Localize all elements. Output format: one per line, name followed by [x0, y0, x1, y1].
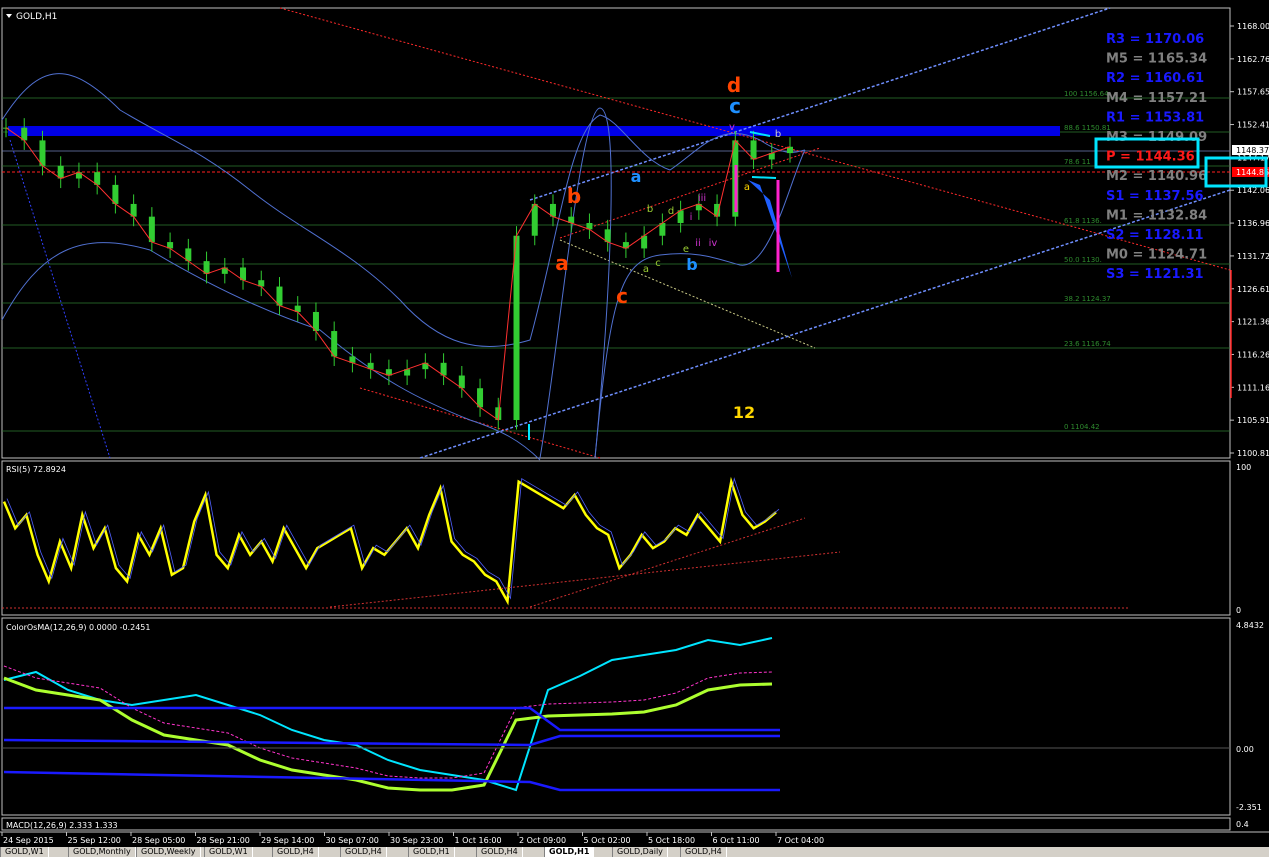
wave-label: b — [686, 255, 697, 274]
wave-label: c — [655, 258, 661, 269]
pivot-label: R2 = 1160.61 — [1106, 71, 1204, 86]
chart-tab[interactable]: GOLD,Monthly — [68, 847, 136, 857]
osma-label-top: 4.8432 — [1236, 621, 1264, 630]
time-axis-label: 6 Oct 11:00 — [713, 836, 760, 845]
chart-tab[interactable]: GOLD,H1 — [408, 847, 455, 857]
trading-chart[interactable]: 1168.001162.761157.651152.411147.171142.… — [0, 0, 1269, 857]
fibo-level-label: 0 1104.42 — [1064, 423, 1100, 431]
fibo-level-label: 50.0 1130. — [1064, 256, 1102, 264]
chart-tab[interactable]: GOLD,H1 — [544, 847, 595, 857]
candle-body — [148, 216, 155, 243]
wave-label: a — [643, 264, 649, 275]
time-axis-label: 7 Oct 04:00 — [777, 836, 824, 845]
price-axis-label: 1116.26 — [1237, 350, 1269, 359]
candle-body — [331, 331, 338, 357]
fibo-level-label: 61.8 1136. — [1064, 217, 1102, 225]
time-axis-label: 5 Oct 02:00 — [584, 836, 631, 845]
pivot-label: M2 = 1140.96 — [1106, 169, 1207, 184]
price-axis-label: 1162.76 — [1237, 55, 1269, 64]
osma-label-zero: 0.00 — [1236, 745, 1254, 754]
time-axis-label: 30 Sep 23:00 — [390, 836, 443, 845]
price-axis-label: 1157.65 — [1237, 88, 1269, 97]
wave-label: c — [616, 284, 628, 308]
fibo-level-label: 38.2 1124.37 — [1064, 295, 1111, 303]
time-axis-label: 5 Oct 18:00 — [648, 836, 695, 845]
candle-body — [531, 203, 538, 236]
osma-title: ColorOsMA(12,26,9) 0.0000 -0.2451 — [6, 623, 150, 632]
time-axis-label: 28 Sep 05:00 — [132, 836, 185, 845]
arrow-cyan-2 — [751, 176, 777, 179]
price-axis-label: 1142.06 — [1237, 186, 1269, 195]
bid-price-label: 1144.86 — [1236, 168, 1269, 177]
chart-tab[interactable]: GOLD,H4 — [272, 847, 319, 857]
osma-label-bottom: -2.351 — [1236, 803, 1262, 812]
time-axis-label: 24 Sep 2015 — [3, 836, 54, 845]
price-axis-label: 1131.72 — [1237, 252, 1269, 261]
wave-label: a — [555, 251, 569, 275]
wave-label: a — [744, 182, 750, 193]
time-axis-label: 29 Sep 14:00 — [261, 836, 314, 845]
chart-tab[interactable]: GOLD,Weekly — [136, 847, 201, 857]
chart-tab[interactable]: GOLD,W1 — [0, 847, 49, 857]
symbol-title: GOLD,H1 — [16, 12, 57, 22]
price-axis-label: 1100.81 — [1237, 449, 1269, 458]
chart-tabs: GOLD,W1 GOLD,Monthly GOLD,Weekly GOLD,W1 GOL… — [0, 847, 1269, 857]
time-axis-label: 1 Oct 16:00 — [455, 836, 502, 845]
wave-label: a — [631, 167, 642, 186]
chart-tab[interactable]: GOLD,Daily — [612, 847, 668, 857]
price-axis-label: 1126.61 — [1237, 285, 1269, 294]
rsi-min-label: 0 — [1236, 606, 1241, 615]
wave-label: b — [775, 129, 781, 140]
chart-tab[interactable]: GOLD,H4 — [340, 847, 387, 857]
time-axis-label: 25 Sep 12:00 — [68, 836, 121, 845]
price-axis-label: 1136.96 — [1237, 219, 1269, 228]
wave-label: i — [690, 212, 693, 223]
price-axis-label: 1105.91 — [1237, 416, 1269, 425]
pivot-label: M5 = 1165.34 — [1106, 52, 1207, 67]
wave-label: b — [647, 204, 653, 215]
current-price-label: 1148.37 — [1236, 146, 1269, 155]
pivot-label: S3 = 1121.31 — [1106, 267, 1204, 282]
price-axis-label: 1111.16 — [1237, 383, 1269, 392]
price-axis-label: 1121.36 — [1237, 318, 1269, 327]
price-axis-label: 1152.41 — [1237, 121, 1269, 130]
wave-label: c — [729, 94, 741, 118]
fibo-level-label: 100 1156.64 — [1064, 90, 1109, 98]
pivot-label: M0 = 1124.71 — [1106, 248, 1207, 263]
time-axis-label: 30 Sep 07:00 — [326, 836, 379, 845]
wave-label: v — [729, 122, 735, 133]
chart-tab[interactable]: GOLD,H4 — [680, 847, 727, 857]
candle-body — [39, 140, 46, 166]
wave-label: 12 — [733, 403, 755, 422]
wave-label: ii — [695, 238, 701, 249]
pivot-label: S1 = 1137.56 — [1106, 189, 1204, 204]
pivot-label: P = 1144.36 — [1106, 150, 1195, 165]
time-axis-label: 28 Sep 21:00 — [197, 836, 250, 845]
price-axis-label: 1168.00 — [1237, 22, 1269, 31]
macd-right-label: 0.4 — [1236, 820, 1249, 829]
pivot-label: M1 = 1132.84 — [1106, 208, 1207, 223]
pivot-label: S2 = 1128.11 — [1106, 228, 1204, 243]
chart-tab[interactable]: GOLD,W1 — [204, 847, 253, 857]
wave-label: d — [668, 206, 674, 217]
wave-label: iv — [709, 238, 718, 249]
wave-label: iii — [698, 193, 706, 204]
wave-label: b — [567, 184, 581, 208]
pivot-label: R3 = 1170.06 — [1106, 32, 1204, 47]
pivot-label: R1 = 1153.81 — [1106, 110, 1204, 125]
rsi-title: RSI(5) 72.8924 — [6, 465, 66, 474]
pivot-label: M4 = 1157.21 — [1106, 91, 1207, 106]
resistance-zone — [8, 126, 1060, 136]
fibo-level-label: 23.6 1116.74 — [1064, 340, 1111, 348]
candle-body — [513, 235, 520, 421]
wave-label: e — [683, 244, 689, 255]
time-axis-label: 2 Oct 09:00 — [519, 836, 566, 845]
chart-tab[interactable]: GOLD,H4 — [476, 847, 523, 857]
fibo-level-label: 78.6 11 — [1064, 158, 1091, 166]
fibo-level-label: 88.6 1150.81 — [1064, 124, 1111, 132]
macd-title: MACD(12,26,9) 2.333 1.333 — [6, 821, 118, 830]
rsi-max-label: 100 — [1236, 463, 1251, 472]
